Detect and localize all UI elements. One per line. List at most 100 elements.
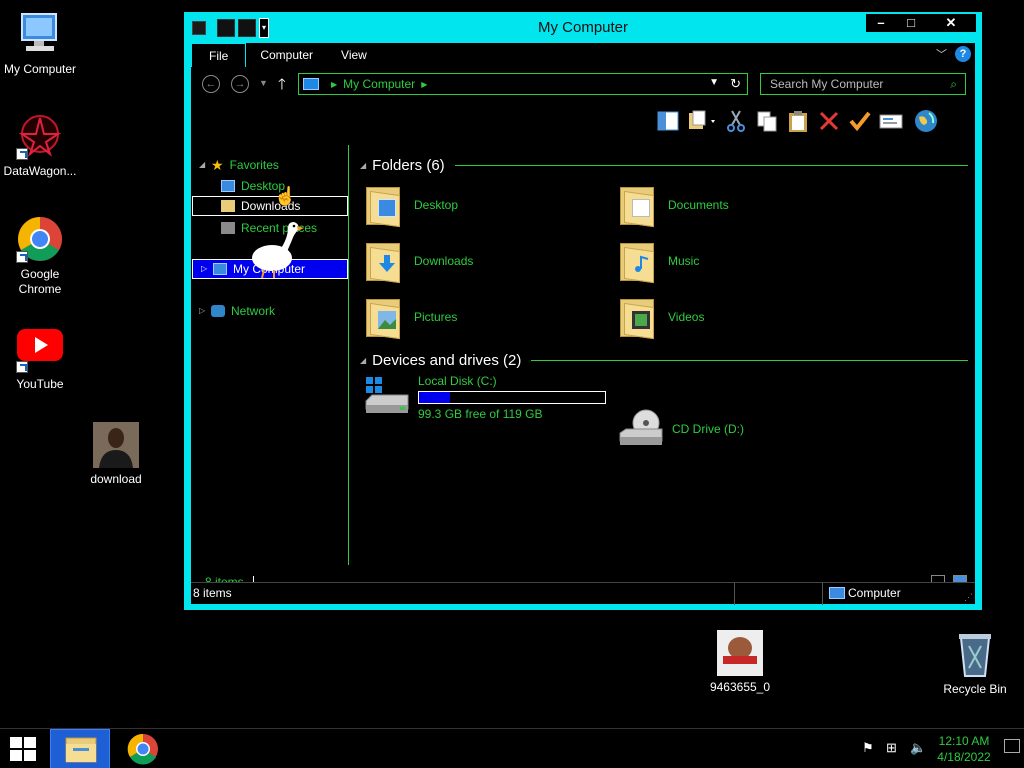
nav-network[interactable]: ▷ Network — [199, 301, 275, 321]
desktop-icon-datawagon[interactable]: DataWagon... — [0, 112, 80, 179]
organize-icon[interactable] — [687, 109, 717, 133]
collapse-arrow-icon[interactable]: ◢ — [360, 356, 366, 365]
drive-d[interactable]: CD Drive (D:) — [618, 407, 744, 451]
taskbar-chrome[interactable] — [112, 729, 172, 768]
expand-ribbon-icon[interactable]: ﹀ — [936, 46, 947, 62]
pictures-folder-icon — [364, 295, 404, 340]
address-history-icon[interactable]: ▼ — [709, 77, 719, 88]
recycle-bin-icon — [951, 630, 999, 678]
recent-places-icon — [221, 222, 235, 234]
videos-folder-icon — [618, 295, 658, 340]
collapse-arrow-icon[interactable]: ◢ — [199, 155, 211, 175]
breadcrumb-my-computer[interactable]: My Computer — [343, 77, 415, 91]
folder-music[interactable]: Music — [618, 237, 858, 285]
desktop-icon-my-computer[interactable]: My Computer — [0, 10, 80, 77]
clock[interactable]: 12:10 AM 4/18/2022 — [934, 733, 994, 765]
folder-pictures[interactable]: Pictures — [364, 293, 604, 341]
search-icon[interactable]: ⌕ — [950, 77, 957, 92]
copy-icon[interactable] — [755, 109, 779, 133]
shortcut-arrow-icon — [16, 361, 28, 373]
command-toolbar — [656, 107, 971, 135]
delete-icon[interactable] — [817, 109, 841, 133]
folder-desktop[interactable]: Desktop — [364, 181, 604, 229]
up-button[interactable]: 🡑 — [278, 74, 286, 99]
desktop-icon-youtube[interactable]: YouTube — [0, 325, 80, 392]
content-pane: ◢ Folders (6) Desktop Documents Download… — [356, 145, 971, 575]
desktop-icon — [221, 180, 235, 192]
breadcrumb-arrow-icon[interactable]: ▶ — [331, 80, 337, 89]
globe-icon[interactable] — [914, 109, 938, 133]
tab-view[interactable]: View — [327, 43, 381, 67]
show-desktop-icon[interactable] — [1004, 739, 1020, 753]
recent-locations-icon[interactable]: ▼ — [259, 78, 268, 88]
tab-computer[interactable]: Computer — [246, 43, 327, 67]
drive-free-space: 99.3 GB free of 119 GB — [418, 406, 543, 421]
start-button[interactable] — [8, 736, 38, 762]
nav-label: Favorites — [229, 158, 279, 172]
footer-bar: 8 items Computer ⋰ — [191, 582, 975, 605]
youtube-icon — [16, 325, 64, 373]
desktop-icon-recycle-bin[interactable]: Recycle Bin — [935, 630, 1015, 697]
nav-favorites[interactable]: ◢ ★ Favorites — [199, 155, 279, 175]
address-bar[interactable]: ▶ My Computer ▶ ▼ ↻ — [298, 73, 748, 95]
forward-button[interactable]: → — [231, 75, 249, 93]
downloads-icon — [221, 200, 235, 212]
resize-grip-icon[interactable]: ⋰ — [964, 592, 973, 603]
cd-drive-icon — [618, 409, 666, 449]
collapse-arrow-icon[interactable]: ◢ — [360, 161, 366, 170]
drive-name: Local Disk (C:) — [418, 373, 497, 388]
nav-downloads[interactable]: Downloads — [192, 196, 348, 216]
maximize-button[interactable]: □ — [896, 14, 926, 32]
tab-file[interactable]: File — [191, 43, 247, 67]
preview-pane-icon[interactable] — [656, 109, 680, 133]
desktop-icon-label: YouTube — [16, 377, 64, 391]
expand-arrow-icon[interactable]: ▷ — [199, 301, 211, 321]
desktop-icon-label: download — [90, 472, 142, 486]
ribbon-tabs: File Computer View ﹀ ? — [191, 43, 975, 67]
search-box[interactable]: ⌕ — [760, 73, 966, 95]
shortcut-arrow-icon — [16, 148, 28, 160]
star-icon: ★ — [211, 157, 224, 173]
taskbar: ⚑ ⊞ 🔈 12:10 AM 4/18/2022 — [0, 728, 1024, 768]
computer-icon — [303, 78, 319, 90]
properties-icon[interactable] — [879, 109, 903, 133]
desktop-icon-download[interactable]: download — [76, 422, 156, 487]
nav-label: Network — [231, 304, 276, 318]
action-center-icon[interactable]: ⚑ — [862, 740, 874, 756]
drive-c[interactable]: Local Disk (C:) 99.3 GB free of 119 GB — [364, 373, 606, 421]
drive-name: CD Drive (D:) — [672, 422, 744, 436]
search-input[interactable] — [761, 74, 941, 94]
taskbar-file-explorer[interactable] — [50, 729, 110, 768]
back-button[interactable]: ← — [202, 75, 220, 93]
footer-item-count: 8 items — [193, 586, 232, 600]
goose-sprite — [248, 218, 304, 280]
checkmark-icon[interactable] — [848, 109, 872, 133]
expand-arrow-icon[interactable]: ▷ — [201, 259, 213, 279]
refresh-icon[interactable]: ↻ — [730, 76, 741, 92]
desktop-icon-label: DataWagon... — [3, 164, 77, 178]
network-icon[interactable]: ⊞ — [886, 740, 897, 756]
minimize-button[interactable]: – — [866, 14, 896, 32]
volume-muted-icon[interactable]: 🔈 — [910, 740, 926, 756]
window-controls: – □ ✕ — [866, 14, 976, 32]
group-header-devices[interactable]: ◢ Devices and drives (2) — [360, 350, 968, 370]
group-label: Devices and drives (2) — [372, 351, 522, 369]
desktop-icon-chrome[interactable]: Google Chrome — [0, 215, 80, 297]
cut-icon[interactable] — [724, 109, 748, 133]
close-button[interactable]: ✕ — [926, 14, 976, 32]
datawagon-icon — [16, 112, 64, 160]
folder-videos[interactable]: Videos — [618, 293, 858, 341]
title-bar[interactable]: ▾ My Computer – □ ✕ — [184, 12, 982, 42]
explorer-window[interactable]: ▾ My Computer – □ ✕ File Computer View ﹀… — [184, 12, 982, 610]
photo-icon — [93, 422, 139, 468]
window-body: File Computer View ﹀ ? ← → ▼ 🡑 ▶ My Comp… — [191, 43, 975, 603]
folder-downloads[interactable]: Downloads — [364, 237, 604, 285]
group-header-folders[interactable]: ◢ Folders (6) — [360, 155, 968, 175]
breadcrumb-arrow-icon[interactable]: ▶ — [421, 80, 427, 89]
paste-icon[interactable] — [786, 109, 810, 133]
desktop-icon-photo[interactable]: 9463655_0 — [700, 630, 780, 695]
music-folder-icon — [618, 239, 658, 284]
help-icon[interactable]: ? — [955, 46, 971, 62]
folder-documents[interactable]: Documents — [618, 181, 858, 229]
hand-cursor-icon: ☝ — [274, 186, 297, 206]
